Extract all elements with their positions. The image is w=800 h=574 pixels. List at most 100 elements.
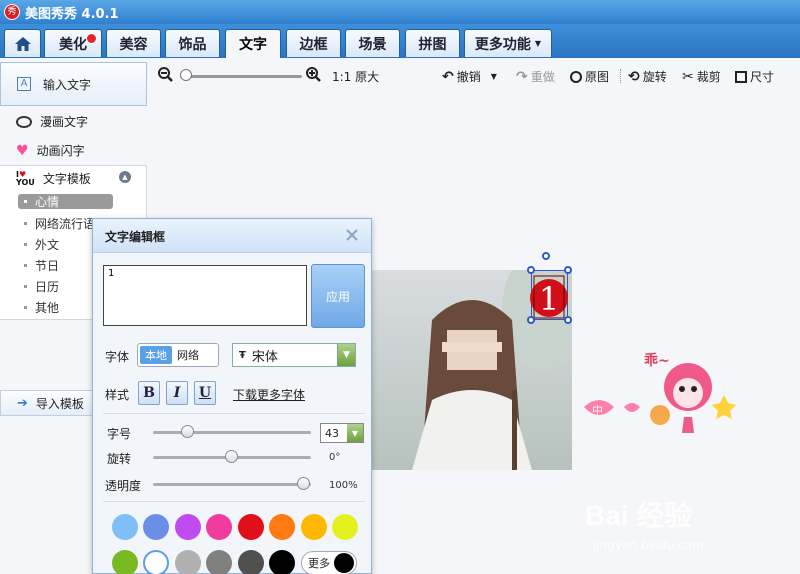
resize-handle[interactable] xyxy=(564,266,572,274)
download-fonts-link[interactable]: 下载更多字体 xyxy=(233,386,305,403)
color-swatch[interactable] xyxy=(175,514,201,540)
resize-handle[interactable] xyxy=(527,316,535,324)
collapse-icon[interactable]: ▲ xyxy=(119,171,131,183)
tab-beautify[interactable]: 美化 xyxy=(44,29,102,57)
undo-button[interactable]: ↶ 撤销 ▼ xyxy=(442,68,497,85)
tab-label: 美化 xyxy=(59,36,87,53)
color-swatch[interactable] xyxy=(206,550,232,574)
redo-button[interactable]: ↷ 重做 xyxy=(516,68,555,85)
color-swatch[interactable] xyxy=(269,514,295,540)
more-colors-label: 更多 xyxy=(308,557,330,570)
font-size-select[interactable]: 43 ▼ xyxy=(320,423,364,443)
comic-text-label: 漫画文字 xyxy=(40,115,89,129)
tab-label: 饰品 xyxy=(178,36,207,53)
size-slider-knob[interactable] xyxy=(181,425,194,438)
color-swatch[interactable] xyxy=(175,550,201,574)
original-image-label: 原图 xyxy=(585,70,610,84)
template-category-item[interactable]: 心情 xyxy=(18,194,113,209)
tab-facial[interactable]: 美容 xyxy=(106,29,161,57)
crop-button[interactable]: ✂ 裁剪 xyxy=(682,68,721,85)
crop-label: 裁剪 xyxy=(696,70,721,84)
tab-more-features[interactable]: 更多功能 ▼ xyxy=(464,29,552,57)
scissors-icon: ✂ xyxy=(682,68,694,85)
rotate-button[interactable]: ⟲ 旋转 xyxy=(628,68,667,85)
font-net-option[interactable]: 网络 xyxy=(172,346,204,364)
rotate-slider-knob[interactable] xyxy=(225,450,238,463)
resize-handle[interactable] xyxy=(564,316,572,324)
text-input-area[interactable]: 1 xyxy=(103,265,307,326)
color-swatch[interactable] xyxy=(112,550,138,574)
size-label: 字号 xyxy=(107,427,132,441)
zoom-slider[interactable] xyxy=(180,75,302,78)
resize-button[interactable]: 尺寸 xyxy=(735,68,774,85)
bullet xyxy=(24,222,27,225)
i-love-you-icon: I♥ YOU xyxy=(16,169,35,187)
svg-text:中: 中 xyxy=(592,404,603,417)
template-category-label: 网络流行语 xyxy=(35,217,96,231)
italic-button[interactable]: I xyxy=(166,381,188,405)
tab-border[interactable]: 边框 xyxy=(286,29,341,57)
resize-icon xyxy=(735,70,747,83)
color-swatch[interactable] xyxy=(238,550,264,574)
number-sticker[interactable]: 1 xyxy=(528,270,570,322)
template-category-label: 节日 xyxy=(35,259,60,273)
input-text-label: 输入文字 xyxy=(43,77,92,92)
color-swatch[interactable] xyxy=(301,514,327,540)
tab-accessories[interactable]: 饰品 xyxy=(165,29,220,57)
redo-label: 重做 xyxy=(530,70,555,84)
color-swatch[interactable] xyxy=(238,514,264,540)
tab-home[interactable] xyxy=(4,29,41,57)
template-category-item[interactable]: 外文 xyxy=(24,236,59,253)
template-category-item[interactable]: 日历 xyxy=(24,278,59,295)
font-family-value: 宋体 xyxy=(251,349,278,365)
color-swatch[interactable] xyxy=(112,514,138,540)
notification-dot xyxy=(86,33,97,44)
input-text-button[interactable]: A 输入文字 xyxy=(0,62,147,106)
apply-button[interactable]: 应用 xyxy=(311,264,365,328)
comic-text-item[interactable]: 漫画文字 xyxy=(16,113,88,130)
home-icon xyxy=(14,36,31,51)
more-colors-button[interactable]: 更多 xyxy=(301,551,357,574)
underline-button[interactable]: U xyxy=(194,381,216,405)
template-category-item[interactable]: 节日 xyxy=(24,257,59,274)
opacity-slider[interactable] xyxy=(153,483,311,486)
original-size-button[interactable]: 1:1 原大 xyxy=(332,68,379,85)
template-category-item[interactable]: 网络流行语 xyxy=(24,215,95,232)
template-category-item[interactable]: 其他 xyxy=(24,299,59,316)
app-logo-icon: 秀 xyxy=(4,4,20,20)
original-image-button[interactable]: 原图 xyxy=(570,68,609,85)
animated-text-item[interactable]: ♥ 动画闪字 xyxy=(16,142,85,159)
font-source-toggle: 本地 网络 xyxy=(137,343,219,367)
color-swatch[interactable] xyxy=(143,514,169,540)
font-family-select[interactable]: Ŧ 宋体 ▼ xyxy=(232,343,356,367)
tab-label: 文字 xyxy=(239,37,267,53)
color-swatch-selected[interactable] xyxy=(143,550,169,574)
color-swatch[interactable] xyxy=(206,514,232,540)
bold-button[interactable]: B xyxy=(138,381,160,405)
font-local-option[interactable]: 本地 xyxy=(140,346,172,364)
opacity-slider-knob[interactable] xyxy=(297,477,310,490)
close-icon[interactable] xyxy=(345,228,359,242)
color-swatch[interactable] xyxy=(269,550,295,574)
svg-text:乖~: 乖~ xyxy=(644,352,670,369)
zoom-in-icon[interactable] xyxy=(306,67,321,82)
color-swatch[interactable] xyxy=(332,514,358,540)
tab-text[interactable]: 文字 xyxy=(225,29,281,58)
text-template-label: 文字模板 xyxy=(42,172,91,186)
tab-label: 场景 xyxy=(358,36,387,53)
baidu-watermark: Bai 经验 jingyan.baidu.com xyxy=(585,488,795,568)
size-slider[interactable] xyxy=(153,431,311,434)
zoom-slider-knob[interactable] xyxy=(180,69,192,81)
tab-label: 更多功能 xyxy=(474,36,531,53)
tab-collage[interactable]: 拼图 xyxy=(405,29,460,57)
text-template-header[interactable]: I♥ YOU 文字模板 xyxy=(16,170,91,187)
zoom-out-icon[interactable] xyxy=(158,67,173,82)
watermark-url: jingyan.baidu.com xyxy=(593,538,704,552)
resize-handle[interactable] xyxy=(542,252,550,260)
resize-handle[interactable] xyxy=(527,266,535,274)
template-category-label: 外文 xyxy=(35,238,60,252)
tab-scene[interactable]: 场景 xyxy=(345,29,400,57)
chevron-down-icon[interactable]: ▼ xyxy=(491,72,497,81)
chevron-down-icon: ▼ xyxy=(534,39,542,48)
title-bar: 秀 美图秀秀 4.0.1 xyxy=(0,0,800,24)
